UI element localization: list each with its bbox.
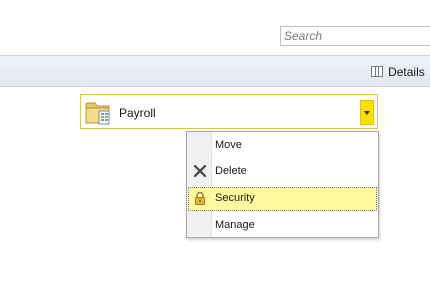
details-pane-icon: [371, 66, 383, 77]
details-button[interactable]: Details: [371, 65, 425, 81]
folder-dropdown-button[interactable]: [360, 100, 374, 125]
menu-item-manage[interactable]: Manage: [188, 214, 377, 238]
details-label: Details: [388, 65, 425, 79]
context-menu: Move Delete Security Manage: [186, 131, 379, 238]
top-bar: [0, 0, 430, 55]
menu-item-security[interactable]: Security: [188, 187, 377, 211]
menu-item-label: Delete: [215, 165, 247, 177]
menu-item-label: Manage: [215, 219, 255, 231]
delete-x-icon: [193, 164, 207, 178]
padlock-icon: [195, 191, 205, 205]
folder-label: Payroll: [119, 106, 156, 120]
menu-item-label: Security: [215, 192, 255, 204]
search-input[interactable]: [281, 27, 424, 45]
folder-document-icon: [85, 102, 110, 125]
folder-selector[interactable]: Payroll: [80, 94, 378, 129]
search-box[interactable]: [280, 26, 430, 46]
chevron-down-icon: [364, 111, 370, 115]
menu-item-label: Move: [215, 139, 242, 151]
menu-item-delete[interactable]: Delete: [188, 160, 377, 184]
menu-item-move[interactable]: Move: [188, 134, 377, 158]
toolbar: Details: [0, 55, 430, 87]
